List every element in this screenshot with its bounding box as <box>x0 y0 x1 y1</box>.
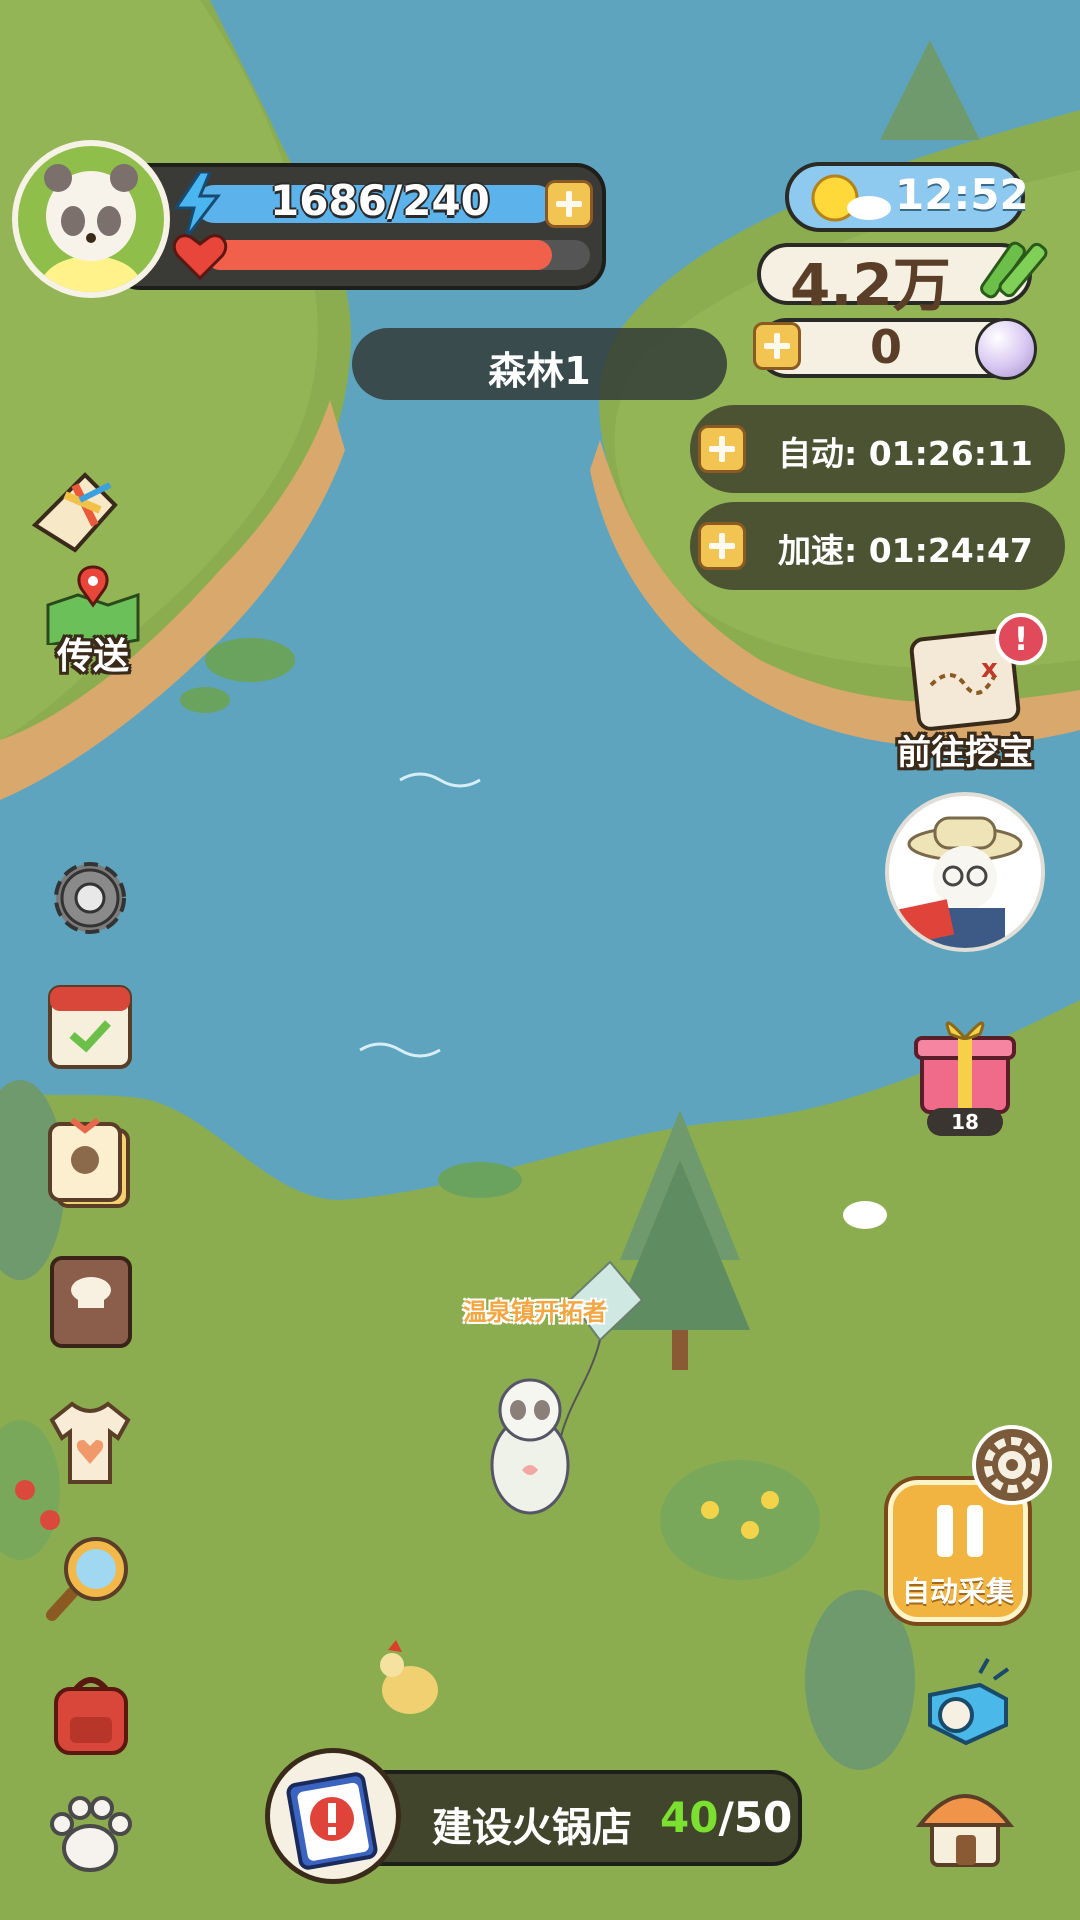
magnifier-icon <box>46 1537 128 1621</box>
player-title-text: 温泉镇开拓者 <box>463 1298 607 1326</box>
quest-progress-total: /50 <box>718 1793 793 1842</box>
paw-button[interactable] <box>40 1785 140 1885</box>
svg-text:x: x <box>981 654 998 684</box>
whistle-button[interactable] <box>910 1650 1020 1760</box>
house-icon <box>915 1794 1015 1867</box>
game-screen: 温泉镇开拓者 1686/240 12:52 4.2万 0 森林1 自动: 01:… <box>0 0 1080 1920</box>
npc-button[interactable] <box>885 792 1045 952</box>
search-button[interactable] <box>40 1525 140 1625</box>
bunny <box>843 1201 887 1229</box>
speed-timer-plus-button[interactable] <box>698 522 746 570</box>
auto-timer-row: 自动: 01:26:11 <box>690 405 1065 493</box>
panda-avatar-icon <box>41 164 141 292</box>
whistle-icon <box>928 1658 1010 1746</box>
kite-icon <box>31 472 118 553</box>
pearl-amount: 0 <box>870 320 903 374</box>
paw-icon <box>50 1796 132 1872</box>
teleport-button[interactable]: 传送 <box>38 565 148 677</box>
kite-button[interactable] <box>25 460 125 560</box>
chef-book-icon <box>50 1256 132 1348</box>
house-button[interactable] <box>910 1768 1020 1878</box>
tag-button[interactable] <box>40 1110 140 1210</box>
backpack-button[interactable] <box>40 1665 140 1765</box>
pearl-plus-button[interactable] <box>753 322 801 370</box>
quest-progress: 40/50 <box>660 1793 792 1842</box>
gift-count: 18 <box>951 1110 979 1134</box>
gift-count-badge: 18 <box>927 1108 1003 1136</box>
explorer-panda-icon <box>897 816 1023 948</box>
energy-text: 1686/240 <box>270 176 490 225</box>
treasure-label: 前往挖宝 <box>897 733 1033 773</box>
health-bar-track <box>205 240 590 270</box>
auto-collect-settings-button[interactable] <box>972 1425 1052 1505</box>
pause-icon <box>937 1505 987 1557</box>
auto-timer-text: 自动: 01:26:11 <box>778 427 1033 475</box>
panda-character-icon <box>490 1378 570 1515</box>
player-character[interactable] <box>480 1365 580 1515</box>
cookbook-button[interactable] <box>40 1250 140 1350</box>
speed-timer-label: 加速: <box>778 531 858 570</box>
avatar[interactable] <box>12 140 170 298</box>
bamboo-amount: 4.2万 <box>790 251 951 319</box>
quest-progress-current: 40 <box>660 1793 719 1842</box>
location-name: 森林1 <box>488 349 591 393</box>
gear-icon <box>54 862 126 934</box>
auto-collect-label: 自动采集 <box>901 1575 1014 1608</box>
quest-icon-holder <box>265 1748 401 1884</box>
shirt-icon <box>49 1401 131 1484</box>
heart-icon <box>172 232 228 286</box>
pearl-icon <box>975 318 1037 380</box>
gift-button[interactable]: 18 <box>910 1010 1020 1136</box>
settings-button[interactable] <box>40 848 140 948</box>
auto-timer-label: 自动: <box>778 434 858 473</box>
gift-box-icon <box>914 1021 1016 1114</box>
clipboard-alert-icon <box>286 1772 378 1870</box>
calendar-icon <box>48 985 132 1069</box>
speed-timer-row: 加速: 01:24:47 <box>690 502 1065 590</box>
treasure-alert-text: ! <box>1013 620 1029 658</box>
shirt-button[interactable] <box>40 1392 140 1492</box>
treasure-alert-badge: ! <box>995 613 1047 665</box>
health-bar-fill <box>205 240 552 270</box>
bamboo-icon <box>975 230 1055 314</box>
treasure-button[interactable]: x ! 前往挖宝 <box>885 613 1047 775</box>
player-title: 温泉镇开拓者 <box>440 1292 630 1327</box>
energy-plus-button[interactable] <box>545 180 593 228</box>
backpack-icon <box>54 1677 128 1755</box>
sun-cloud-icon <box>805 168 895 232</box>
time-text: 12:52 <box>895 170 1029 219</box>
auto-timer-plus-button[interactable] <box>698 425 746 473</box>
auto-timer-value: 01:26:11 <box>868 434 1033 473</box>
gear-icon <box>984 1437 1040 1493</box>
speed-timer-text: 加速: 01:24:47 <box>778 524 1033 572</box>
quest-title: 建设火锅店 <box>432 1805 632 1851</box>
speed-timer-value: 01:24:47 <box>868 531 1033 570</box>
calendar-button[interactable] <box>40 975 140 1075</box>
tag-icon <box>48 1117 130 1208</box>
lemon-tree <box>660 1460 820 1580</box>
teleport-label: 传送 <box>56 636 129 677</box>
bush-tree <box>805 1590 915 1770</box>
